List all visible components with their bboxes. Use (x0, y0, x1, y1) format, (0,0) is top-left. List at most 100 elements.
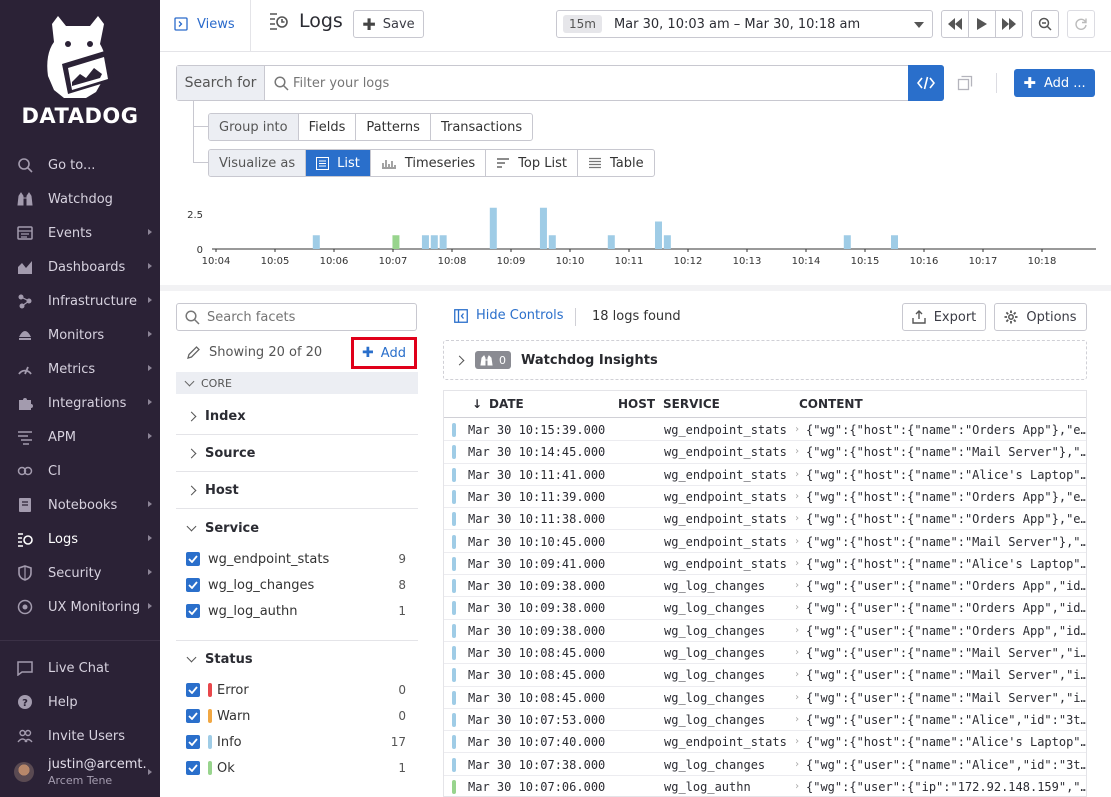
facet-item-status[interactable]: Warn 0 (186, 705, 408, 727)
checkbox[interactable] (186, 578, 200, 592)
sidebar-item-go-to[interactable]: Go to... (0, 150, 160, 180)
chart-bar[interactable] (548, 235, 556, 249)
views-button[interactable]: Views (174, 10, 235, 38)
chart-bar[interactable] (891, 235, 898, 249)
group-option-patterns[interactable]: Patterns (356, 114, 431, 140)
chart-bar[interactable] (843, 235, 851, 249)
sidebar-item-integrations[interactable]: Integrations (0, 388, 160, 418)
chart-bar[interactable] (489, 207, 497, 249)
sidebar-item-watchdog[interactable]: Watchdog (0, 184, 160, 214)
facet-group-source[interactable]: Source (176, 436, 418, 472)
column-header-content[interactable]: CONTENT (799, 397, 863, 411)
table-row[interactable]: Mar 30 10:11:38.000 wg_endpoint_stats › {"w… (444, 508, 1086, 531)
save-button[interactable]: ✚ Save (353, 10, 424, 38)
add-facet-button[interactable]: ✚ Add (351, 337, 417, 369)
copy-icon[interactable] (957, 75, 973, 91)
table-row[interactable]: Mar 30 10:09:38.000 wg_log_changes › {"wg":… (444, 620, 1086, 642)
table-row[interactable]: Mar 30 10:08:45.000 wg_log_changes › {"wg":… (444, 687, 1086, 709)
group-option-transactions[interactable]: Transactions (431, 114, 532, 140)
facet-group-host[interactable]: Host (176, 473, 418, 509)
options-button[interactable]: Options (994, 303, 1087, 331)
sidebar-item-monitors[interactable]: Monitors (0, 320, 160, 350)
facet-item-status[interactable]: Info 17 (186, 731, 408, 753)
sidebar-item-events[interactable]: Events (0, 218, 160, 248)
table-row[interactable]: Mar 30 10:07:53.000 wg_log_changes › {"wg":… (444, 709, 1086, 732)
group-option-fields[interactable]: Fields (299, 114, 357, 140)
facet-search-input[interactable] (207, 304, 407, 330)
checkbox[interactable] (186, 552, 200, 566)
table-row[interactable]: Mar 30 10:09:38.000 wg_log_changes › {"wg":… (444, 597, 1086, 620)
sidebar-item-ux-monitoring[interactable]: UX Monitoring (0, 592, 160, 622)
table-row[interactable]: Mar 30 10:11:41.000 wg_endpoint_stats › {"w… (444, 464, 1086, 486)
sidebar-item-metrics[interactable]: Metrics (0, 354, 160, 384)
play-button[interactable] (968, 10, 996, 38)
hide-controls-button[interactable]: Hide Controls (454, 308, 564, 323)
chevron-right-icon: › (794, 758, 801, 770)
facet-item-service[interactable]: wg_log_changes 8 (186, 574, 408, 596)
table-row[interactable]: Mar 30 10:15:39.000 wg_endpoint_stats › {"w… (444, 419, 1086, 442)
sidebar-item-apm[interactable]: APM (0, 422, 160, 452)
column-header-host[interactable]: HOST (618, 397, 655, 411)
add-button[interactable]: ✚ Add ... (1014, 69, 1095, 97)
pencil-icon[interactable] (186, 345, 201, 360)
table-row[interactable]: Mar 30 10:08:45.000 wg_log_changes › {"wg":… (444, 664, 1086, 687)
sidebar-item-notebooks[interactable]: Notebooks (0, 490, 160, 520)
watchdog-insights[interactable]: 0 Watchdog Insights (443, 340, 1087, 380)
chart-bar[interactable] (421, 235, 429, 249)
facet-group-status[interactable]: Status (176, 641, 418, 677)
sidebar-item-invite-users[interactable]: Invite Users (0, 721, 160, 751)
table-row[interactable]: Mar 30 10:09:41.000 wg_endpoint_stats › {"w… (444, 553, 1086, 576)
facet-item-service[interactable]: wg_log_authn 1 (186, 600, 408, 622)
checkbox[interactable] (186, 604, 200, 618)
sidebar-item-security[interactable]: Security (0, 558, 160, 588)
user-menu[interactable]: justin@arcemt... Arcem Tene (0, 754, 160, 794)
checkbox[interactable] (186, 761, 200, 775)
search-input[interactable] (293, 66, 893, 100)
checkbox[interactable] (186, 683, 200, 697)
core-section-header[interactable]: CORE (176, 372, 418, 394)
checkbox[interactable] (186, 709, 200, 723)
table-row[interactable]: Mar 30 10:07:38.000 wg_log_changes › {"wg":… (444, 754, 1086, 776)
table-row[interactable]: Mar 30 10:07:06.000 wg_log_authn › {"wg":{"… (444, 776, 1086, 796)
chart-bar[interactable] (430, 235, 438, 249)
export-button[interactable]: Export (902, 303, 986, 331)
table-row[interactable]: Mar 30 10:08:45.000 wg_log_changes › {"wg":… (444, 642, 1086, 665)
facet-item-status[interactable]: Ok 1 (186, 757, 408, 779)
visualize-option-table[interactable]: Table (578, 150, 654, 176)
column-header-service[interactable]: SERVICE (663, 397, 720, 411)
sidebar-item-logs[interactable]: Logs (0, 524, 160, 554)
column-header-date[interactable]: DATE (489, 397, 524, 411)
zoom-out-button[interactable] (1031, 10, 1059, 38)
chart-bar[interactable] (392, 235, 400, 249)
time-range-picker[interactable]: 15m Mar 30, 10:03 am – Mar 30, 10:18 am (556, 10, 933, 38)
sort-desc-icon[interactable]: ↓ (472, 397, 482, 411)
chart-bar[interactable] (663, 235, 671, 249)
facet-group-index[interactable]: Index (176, 399, 418, 435)
facet-item-status[interactable]: Error 0 (186, 679, 408, 701)
table-row[interactable]: Mar 30 10:07:40.000 wg_endpoint_stats › {"w… (444, 731, 1086, 754)
rewind-button[interactable] (941, 10, 969, 38)
sidebar-item-ci[interactable]: CI (0, 456, 160, 486)
sidebar-item-infrastructure[interactable]: Infrastructure (0, 286, 160, 316)
fast-forward-button[interactable] (995, 10, 1023, 38)
sidebar-item-help[interactable]: ? Help (0, 687, 160, 717)
refresh-button[interactable] (1067, 10, 1095, 38)
chart-bar[interactable] (312, 235, 320, 249)
chart-bar[interactable] (539, 207, 547, 249)
table-row[interactable]: Mar 30 10:09:38.000 wg_log_changes › {"wg":… (444, 575, 1086, 598)
chart-bar[interactable] (607, 235, 615, 249)
chart-bar[interactable] (439, 235, 447, 249)
table-row[interactable]: Mar 30 10:10:45.000 wg_endpoint_stats › {"w… (444, 531, 1086, 553)
checkbox[interactable] (186, 735, 200, 749)
table-row[interactable]: Mar 30 10:14:45.000 wg_endpoint_stats › {"w… (444, 441, 1086, 464)
facet-group-service[interactable]: Service (176, 510, 418, 546)
visualize-option-top-list[interactable]: Top List (486, 150, 578, 176)
facet-item-service[interactable]: wg_endpoint_stats 9 (186, 548, 408, 570)
visualize-option-list[interactable]: List (306, 150, 371, 176)
table-row[interactable]: Mar 30 10:11:39.000 wg_endpoint_stats › {"w… (444, 486, 1086, 509)
sidebar-item-live-chat[interactable]: Live Chat (0, 653, 160, 683)
chart-bar[interactable] (655, 221, 662, 250)
visualize-option-timeseries[interactable]: Timeseries (371, 150, 487, 176)
code-view-button[interactable] (908, 65, 944, 101)
sidebar-item-dashboards[interactable]: Dashboards (0, 252, 160, 282)
